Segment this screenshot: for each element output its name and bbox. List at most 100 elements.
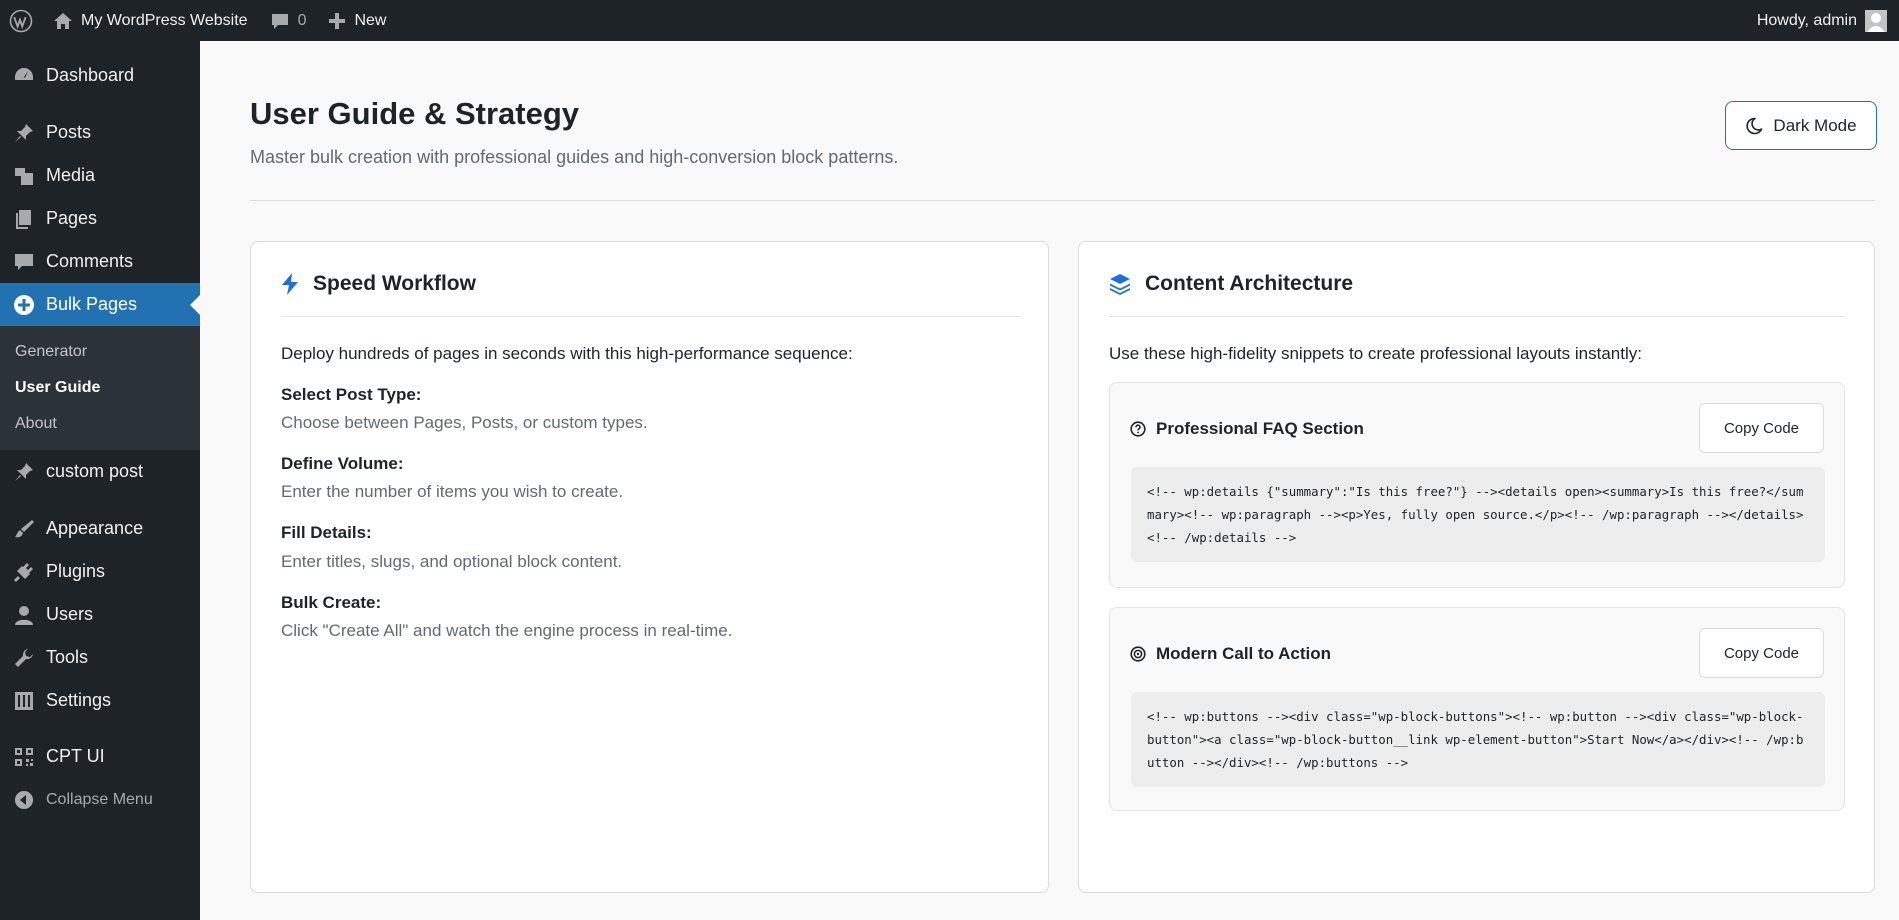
site-name: My WordPress Website	[81, 11, 248, 29]
moon-icon	[1746, 117, 1763, 134]
step-title: Select Post Type:	[281, 385, 422, 404]
dark-mode-label: Dark Mode	[1773, 115, 1857, 135]
qr-icon	[12, 745, 36, 769]
sidebar-item-users[interactable]: Users	[0, 593, 200, 636]
sidebar-item-settings[interactable]: Settings	[0, 679, 200, 722]
copy-code-button[interactable]: Copy Code	[1699, 403, 1824, 453]
page-title: User Guide & Strategy	[250, 96, 580, 131]
account-menu[interactable]: Howdy, admin	[1746, 0, 1899, 41]
plus-icon	[329, 12, 346, 29]
sidebar-item-label: Users	[46, 604, 94, 624]
comments-link[interactable]: 0	[259, 0, 318, 41]
sidebar-item-label: Tools	[46, 647, 89, 667]
step-title: Bulk Create:	[281, 593, 382, 612]
dashboard-icon	[12, 64, 36, 88]
user-icon	[12, 603, 36, 627]
pin-icon	[12, 121, 36, 145]
snippet-card: Modern Call to Action Copy Code <!-- wp:…	[1109, 607, 1845, 811]
plug-icon	[12, 560, 36, 584]
sidebar-item-dashboard[interactable]: Dashboard	[0, 54, 200, 97]
snippet-title: Professional FAQ Section	[1156, 419, 1364, 438]
content-architecture-card: Content Architecture Use these high-fide…	[1078, 241, 1875, 893]
copy-code-button[interactable]: Copy Code	[1699, 628, 1824, 678]
speed-workflow-card: Speed Workflow Deploy hundreds of pages …	[250, 241, 1049, 893]
new-label: New	[354, 11, 387, 29]
sidebar-item-label: Plugins	[46, 561, 106, 581]
sidebar-item-label: Dashboard	[46, 65, 135, 85]
card-divider	[281, 316, 1021, 317]
target-icon	[1130, 646, 1146, 662]
snippet-card: Professional FAQ Section Copy Code <!-- …	[1109, 382, 1845, 588]
sidebar-item-label: custom post	[46, 461, 144, 481]
new-content-link[interactable]: New	[317, 0, 397, 41]
sidebar-item-label: Appearance	[46, 518, 144, 538]
card-intro: Use these high-fidelity snippets to crea…	[1109, 344, 1642, 363]
comments-count: 0	[297, 11, 307, 29]
sidebar-item-label: CPT UI	[46, 746, 105, 766]
card-divider	[1109, 316, 1845, 317]
admin-bar: My WordPress Website 0 New Howdy, admin	[0, 0, 1899, 41]
sidebar-item-label: Media	[46, 165, 96, 185]
code-block: <!-- wp:buttons --><div class="wp-block-…	[1131, 692, 1825, 787]
step-title: Define Volume:	[281, 454, 404, 473]
media-icon	[12, 164, 36, 188]
step-description: Enter the number of items you wish to cr…	[281, 482, 624, 501]
submenu-item-generator[interactable]: Generator	[0, 334, 200, 370]
admin-sidebar: Dashboard Posts Media Pages Comments Bul…	[0, 41, 200, 920]
sidebar-item-pages[interactable]: Pages	[0, 197, 200, 240]
dark-mode-button[interactable]: Dark Mode	[1725, 101, 1877, 150]
submenu-item-about[interactable]: About	[0, 406, 200, 442]
sidebar-item-tools[interactable]: Tools	[0, 636, 200, 679]
sidebar-item-label: Pages	[46, 208, 98, 228]
sidebar-item-posts[interactable]: Posts	[0, 111, 200, 154]
layers-icon	[1110, 274, 1130, 295]
plus-circle-icon	[12, 293, 36, 317]
collapse-arrow-icon	[12, 788, 36, 812]
step-description: Choose between Pages, Posts, or custom t…	[281, 413, 648, 432]
snippet-header: Modern Call to Action	[1130, 644, 1331, 664]
page-subtitle: Master bulk creation with professional g…	[250, 147, 899, 167]
main-content: User Guide & Strategy Master bulk creati…	[225, 41, 1877, 920]
sidebar-item-cpt-ui[interactable]: CPT UI	[0, 735, 200, 778]
sidebar-item-label: Comments	[46, 251, 134, 271]
sidebar-item-label: Settings	[46, 690, 112, 710]
greeting: Howdy, admin	[1756, 11, 1857, 29]
sidebar-item-bulk-pages[interactable]: Bulk Pages	[0, 283, 200, 326]
sidebar-item-label: Posts	[46, 122, 92, 142]
sliders-icon	[12, 689, 36, 713]
pages-icon	[12, 207, 36, 231]
pin-icon	[12, 460, 36, 484]
card-title: Content Architecture	[1145, 272, 1354, 295]
sidebar-item-appearance[interactable]: Appearance	[0, 507, 200, 550]
code-block: <!-- wp:details {"summary":"Is this free…	[1131, 467, 1825, 562]
step-description: Enter titles, slugs, and optional block …	[281, 552, 623, 571]
question-circle-icon	[1130, 421, 1146, 437]
home-icon	[54, 12, 72, 29]
comment-icon	[271, 13, 288, 29]
submenu-item-user-guide[interactable]: User Guide	[0, 370, 200, 406]
card-header: Content Architecture	[1109, 272, 1353, 296]
bulk-pages-submenu: Generator User Guide About	[0, 326, 200, 450]
step-title: Fill Details:	[281, 523, 372, 542]
sidebar-item-custom-post[interactable]: custom post	[0, 450, 200, 493]
step-description: Click "Create All" and watch the engine …	[281, 621, 733, 640]
sidebar-item-label: Bulk Pages	[46, 294, 138, 314]
brush-icon	[12, 517, 36, 541]
avatar	[1865, 9, 1887, 32]
sidebar-item-media[interactable]: Media	[0, 154, 200, 197]
collapse-label: Collapse Menu	[46, 790, 153, 808]
card-title: Speed Workflow	[313, 272, 476, 295]
card-header: Speed Workflow	[281, 272, 476, 296]
header-divider	[250, 200, 1875, 201]
collapse-menu-button[interactable]: Collapse Menu	[0, 778, 200, 821]
wordpress-logo-icon[interactable]	[0, 0, 42, 41]
snippet-title: Modern Call to Action	[1156, 644, 1332, 663]
card-intro: Deploy hundreds of pages in seconds with…	[281, 344, 853, 363]
site-name-link[interactable]: My WordPress Website	[42, 0, 259, 41]
comment-icon	[12, 250, 36, 274]
wrench-icon	[12, 646, 36, 670]
sidebar-item-comments[interactable]: Comments	[0, 240, 200, 283]
snippet-header: Professional FAQ Section	[1130, 419, 1364, 439]
sidebar-item-plugins[interactable]: Plugins	[0, 550, 200, 593]
lightning-icon	[282, 273, 298, 295]
